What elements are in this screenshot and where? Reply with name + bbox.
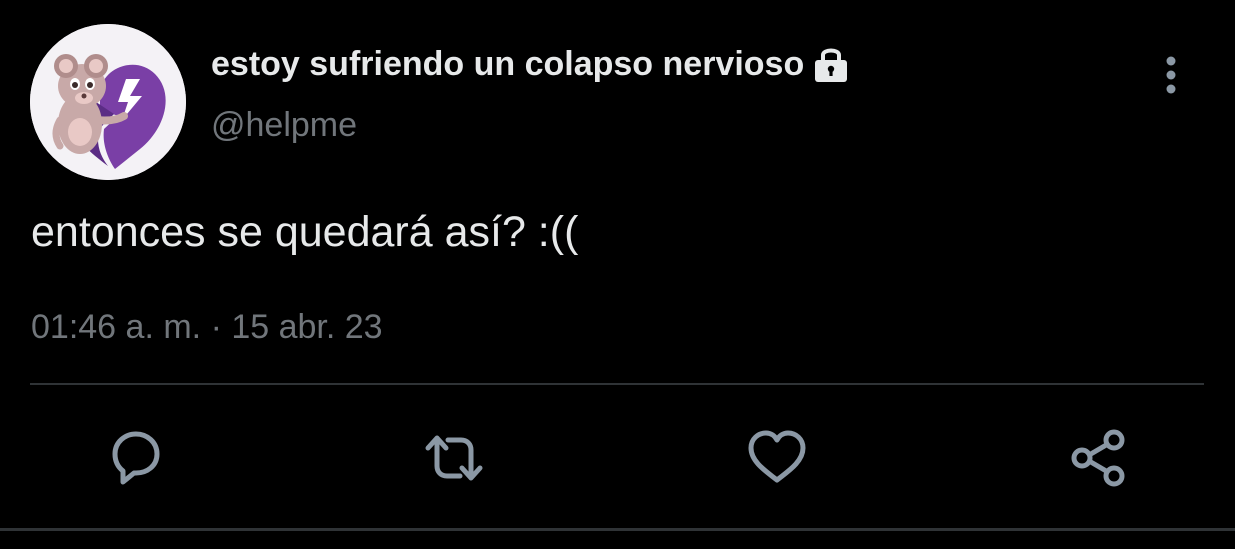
user-handle[interactable]: @helpme bbox=[211, 106, 357, 145]
like-button[interactable] bbox=[745, 426, 809, 490]
share-button[interactable] bbox=[1067, 426, 1131, 490]
like-icon bbox=[748, 430, 806, 483]
more-options-button[interactable] bbox=[1154, 52, 1188, 98]
retweet-icon bbox=[425, 435, 483, 481]
share-icon bbox=[1071, 429, 1125, 487]
display-name-row: estoy sufriendo un colapso nervioso bbox=[211, 40, 850, 88]
tweet-timestamp[interactable]: 01:46 a. m. · 15 abr. 23 bbox=[31, 308, 383, 347]
tweet-time: 01:46 a. m. bbox=[31, 308, 202, 346]
retweet-button[interactable] bbox=[422, 426, 486, 490]
display-name[interactable]: estoy sufriendo un colapso nervioso bbox=[211, 45, 804, 84]
reply-button[interactable] bbox=[103, 426, 167, 490]
tweet-text: entonces se quedará así? :(( bbox=[31, 208, 579, 256]
lock-icon bbox=[812, 44, 850, 84]
avatar[interactable] bbox=[30, 24, 186, 180]
divider bbox=[30, 383, 1204, 385]
more-options-icon bbox=[1166, 56, 1176, 94]
avatar-image bbox=[30, 24, 186, 180]
bottom-divider bbox=[0, 528, 1235, 531]
meta-separator: · bbox=[210, 308, 222, 346]
tweet-date: 15 abr. 23 bbox=[231, 308, 383, 346]
reply-icon bbox=[112, 431, 160, 485]
